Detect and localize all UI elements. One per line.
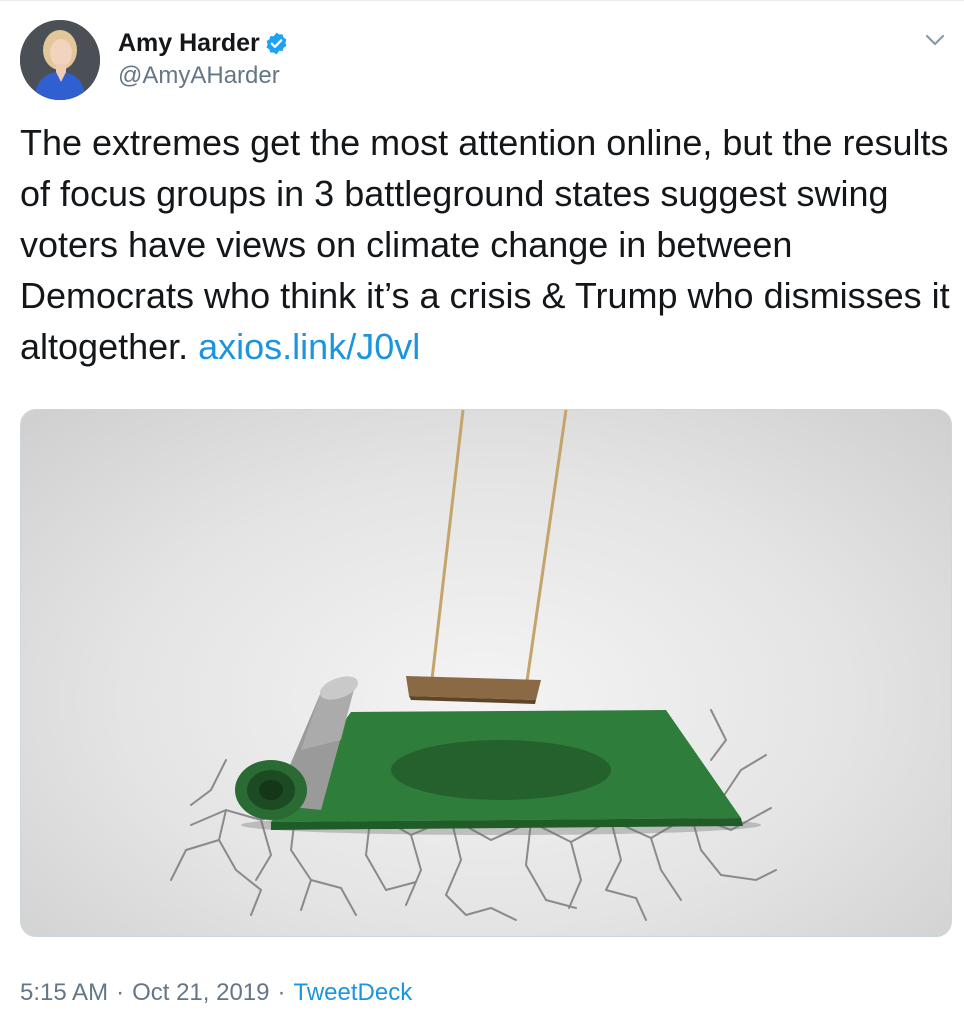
tweet-text: The extremes get the most attention onli…: [20, 117, 950, 372]
top-divider: [0, 0, 964, 1]
tweet-time[interactable]: 5:15 AM: [20, 978, 108, 1008]
swing-ropes: [429, 410, 568, 689]
verified-badge-icon: [266, 32, 287, 54]
tweet-meta: 5:15 AM · Oct 21, 2019 · TweetDeck: [20, 978, 412, 1008]
tweet-body: The extremes get the most attention onli…: [20, 122, 950, 367]
tweet-link[interactable]: axios.link/J0vl: [198, 326, 420, 367]
meta-separator: ·: [277, 979, 286, 1006]
swing-seat: [406, 676, 541, 700]
meta-separator: ·: [116, 979, 125, 1006]
author-name-row: Amy Harder: [118, 28, 289, 58]
tweet-media[interactable]: [20, 409, 952, 937]
author-handle[interactable]: @AmyAHarder: [118, 61, 280, 91]
illustration-icon: [170, 410, 777, 921]
author-name[interactable]: Amy Harder: [118, 28, 260, 58]
chevron-down-icon[interactable]: [924, 32, 946, 48]
tweet-date[interactable]: Oct 21, 2019: [132, 978, 269, 1008]
profile-photo-icon: [20, 20, 100, 100]
tweet-source[interactable]: TweetDeck: [294, 978, 413, 1008]
avatar[interactable]: [20, 20, 100, 100]
